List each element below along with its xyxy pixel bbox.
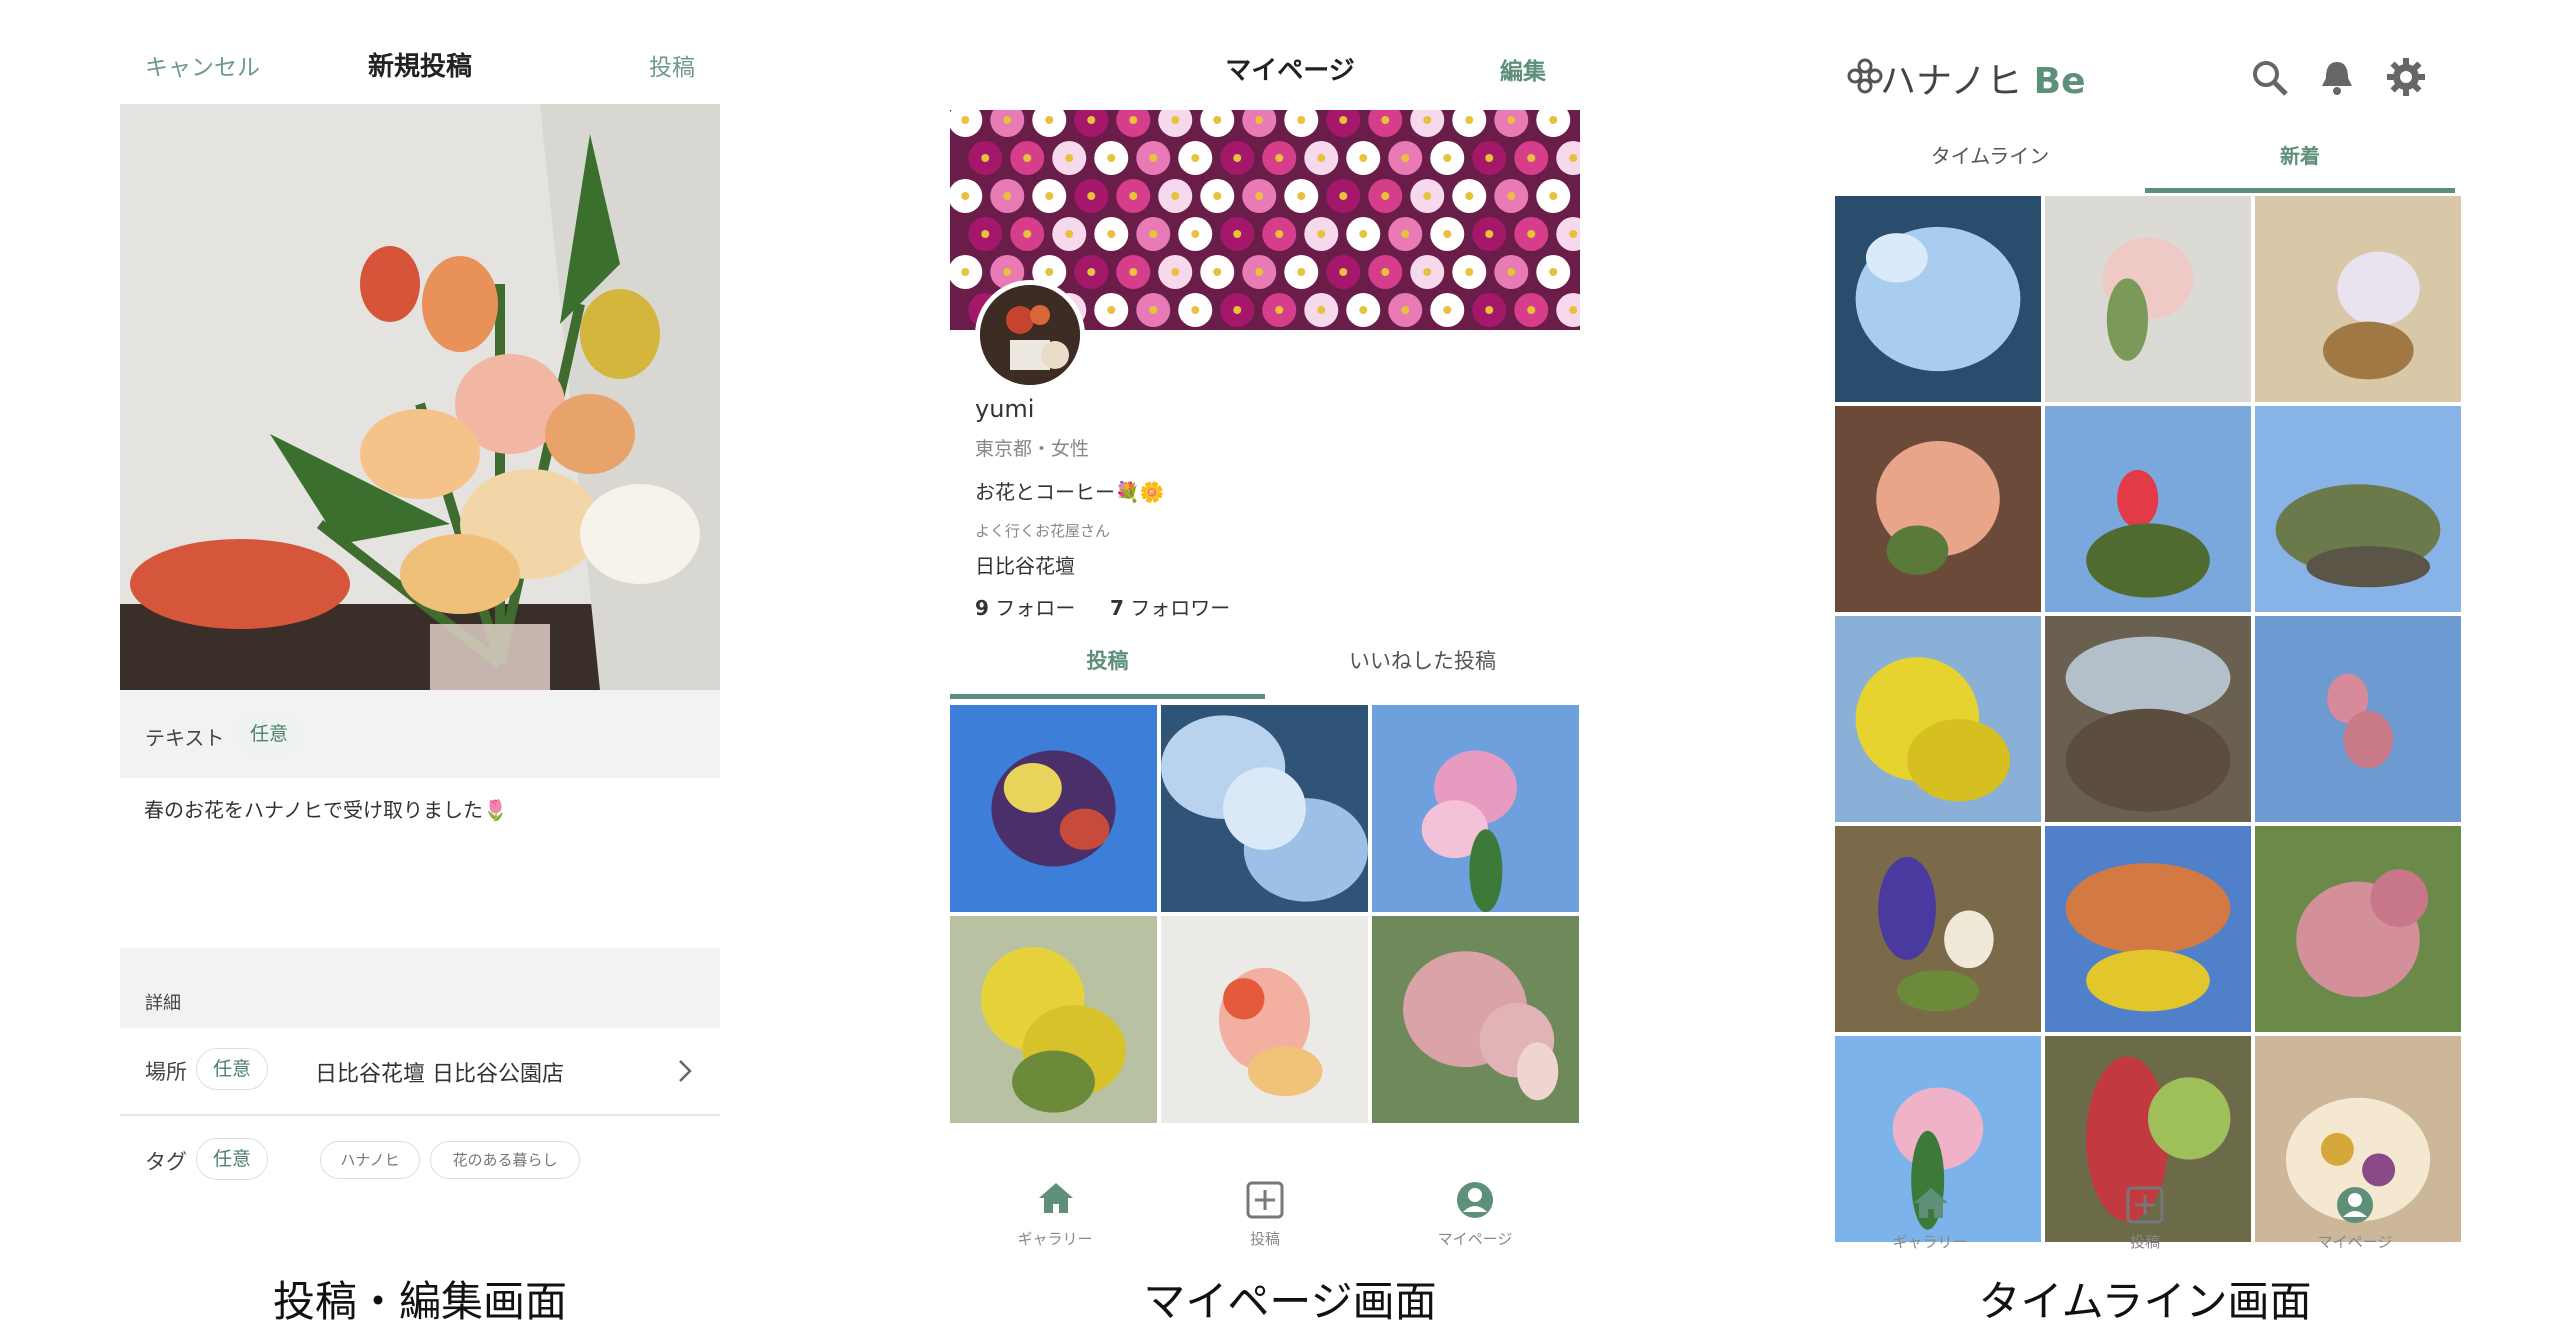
nav-mypage-label: マイページ — [2317, 1233, 2393, 1251]
nav-mypage[interactable]: マイページ — [1430, 1180, 1520, 1260]
plus-square-icon — [2126, 1186, 2164, 1224]
tag-label: タグ — [145, 1150, 187, 1174]
logo-text: ハナノヒ — [1880, 61, 2023, 102]
edit-profile-button[interactable]: 編集 — [1500, 52, 1546, 86]
optional-badge: 任意 — [196, 1138, 268, 1180]
tab-posts[interactable]: 投稿 — [950, 645, 1265, 675]
nav-gallery-label: ギャラリー — [1017, 1230, 1093, 1248]
post-header: キャンセル 新規投稿 投稿 — [120, 40, 720, 90]
active-tab-indicator — [950, 694, 1265, 699]
gear-icon[interactable] — [2385, 56, 2427, 98]
nav-post-label: 投稿 — [1249, 1230, 1280, 1248]
nav-post[interactable]: 投稿 — [1220, 1180, 1310, 1260]
photo-tile[interactable] — [1835, 196, 2041, 402]
screen-caption: マイページ画面 — [1143, 1277, 1437, 1326]
text-label: テキスト — [145, 726, 225, 750]
logo-be: Be — [2033, 61, 2086, 102]
nav-gallery[interactable]: ギャラリー — [1010, 1180, 1100, 1260]
post-photo[interactable] — [120, 104, 720, 690]
tab-liked[interactable]: いいねした投稿 — [1265, 645, 1580, 675]
optional-badge: 任意 — [233, 713, 305, 755]
user-circle-icon — [2337, 1187, 2373, 1223]
photo-tile[interactable] — [1835, 826, 2041, 1032]
follow-count[interactable]: 9 — [975, 596, 989, 620]
follower-label[interactable]: フォロワー — [1130, 596, 1230, 620]
photo-tile[interactable] — [950, 916, 1157, 1123]
home-icon — [1039, 1183, 1073, 1213]
photo-tile[interactable] — [1372, 705, 1579, 912]
user-bio: お花とコーヒー💐🌼 — [975, 480, 1165, 504]
app-title: ハナノヒ Be — [1880, 52, 2086, 104]
user-circle-icon — [1457, 1182, 1493, 1218]
photo-tile[interactable] — [2255, 196, 2461, 402]
details-label: 詳細 — [145, 993, 181, 1014]
photo-tile[interactable] — [2045, 826, 2251, 1032]
photo-tile[interactable] — [2255, 826, 2461, 1032]
follow-stats: 9 フォロー 7 フォロワー — [975, 592, 1230, 621]
follower-count[interactable]: 7 — [1110, 596, 1124, 620]
fav-shop[interactable]: 日比谷花壇 — [975, 550, 1075, 579]
username: yumi — [975, 395, 1035, 423]
follow-label[interactable]: フォロー — [995, 596, 1075, 620]
location-label: 場所 — [145, 1060, 187, 1084]
search-icon[interactable] — [2250, 58, 2290, 98]
fav-shop-label: よく行くお花屋さん — [975, 522, 1111, 540]
photo-tile[interactable] — [1372, 916, 1579, 1123]
avatar[interactable] — [975, 280, 1085, 390]
location-row[interactable]: 場所 任意 日比谷花壇 日比谷公園店 — [120, 1028, 720, 1114]
tag-chip[interactable]: ハナノヒ — [320, 1141, 420, 1179]
body-text: 春のお花をハナノヒで受け取りました🌷 — [144, 798, 508, 822]
photo-tile[interactable] — [1835, 616, 2041, 822]
plus-square-icon — [1246, 1181, 1284, 1219]
bell-icon[interactable] — [2318, 58, 2356, 98]
nav-gallery[interactable]: ギャラリー — [1885, 1185, 1975, 1265]
body-text-field[interactable]: 春のお花をハナノヒで受け取りました🌷 — [120, 778, 720, 948]
details-section-header — [120, 948, 720, 1028]
home-icon — [1914, 1188, 1948, 1218]
photo-tile[interactable] — [1835, 406, 2041, 612]
tab-timeline[interactable]: タイムライン — [1835, 140, 2145, 169]
chevron-right-icon — [679, 1060, 692, 1082]
nav-post[interactable]: 投稿 — [2100, 1185, 2190, 1265]
nav-gallery-label: ギャラリー — [1892, 1233, 1968, 1251]
photo-tile[interactable] — [1161, 916, 1368, 1123]
app-logo[interactable] — [1845, 56, 1885, 100]
photo-tile[interactable] — [2045, 406, 2251, 612]
submit-post-button[interactable]: 投稿 — [649, 48, 695, 82]
photo-tile[interactable] — [1161, 705, 1368, 912]
nav-mypage[interactable]: マイページ — [2310, 1185, 2400, 1265]
location-value: 日比谷花壇 日比谷公園店 — [315, 1062, 564, 1087]
flower-logo-icon — [1847, 58, 1883, 94]
photo-tile[interactable] — [2255, 406, 2461, 612]
tag-row[interactable]: タグ 任意 ハナノヒ 花のある暮らし — [120, 1116, 720, 1206]
optional-badge: 任意 — [196, 1048, 268, 1090]
screen-caption: 投稿・編集画面 — [272, 1277, 567, 1326]
page-title: 新規投稿 — [367, 52, 472, 82]
user-meta: 東京都・女性 — [975, 438, 1090, 460]
tab-new[interactable]: 新着 — [2145, 140, 2455, 169]
nav-mypage-label: マイページ — [1437, 1230, 1513, 1248]
tag-chip[interactable]: 花のある暮らし — [430, 1141, 580, 1179]
photo-tile[interactable] — [950, 705, 1157, 912]
photo-tile[interactable] — [2255, 616, 2461, 822]
screen-caption: タイムライン画面 — [1978, 1277, 2312, 1326]
nav-post-label: 投稿 — [2129, 1233, 2160, 1251]
active-tab-indicator — [2145, 188, 2455, 193]
photo-tile[interactable] — [2045, 616, 2251, 822]
photo-tile[interactable] — [2045, 196, 2251, 402]
